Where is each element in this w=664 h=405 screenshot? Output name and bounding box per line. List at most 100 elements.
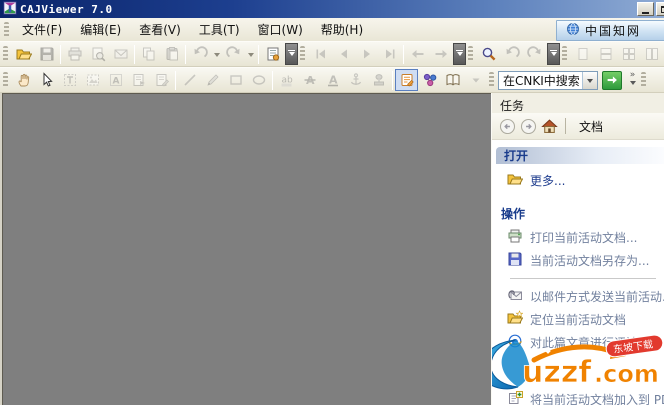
- redo-button-dropdown[interactable]: [245, 43, 256, 65]
- knowledge-node-button[interactable]: [418, 69, 441, 91]
- cnki-search-input[interactable]: 在CNKI中搜索: [498, 71, 598, 90]
- highlight-text-button[interactable]: ab: [275, 69, 298, 91]
- menu-item-2[interactable]: 编辑(E): [71, 18, 130, 41]
- note-edit-icon: [154, 72, 170, 88]
- properties-icon: [265, 46, 281, 62]
- search-dropdown-arrow[interactable]: [582, 72, 597, 89]
- email-button[interactable]: [109, 43, 132, 65]
- annotation-panel-toggle[interactable]: [395, 69, 418, 91]
- panel-forward-button[interactable]: [519, 117, 537, 135]
- panel-back-button[interactable]: [498, 117, 516, 135]
- menu-item-3[interactable]: 查看(V): [130, 18, 190, 41]
- view-back-button[interactable]: [406, 43, 429, 65]
- panel-home-button[interactable]: [540, 117, 558, 135]
- menu-item-4[interactable]: 工具(T): [190, 18, 249, 41]
- toolbar-overflow-button[interactable]: [547, 43, 560, 65]
- note-edit-button[interactable]: [150, 69, 173, 91]
- cursor-icon: [39, 72, 55, 88]
- document-area[interactable]: [2, 93, 491, 405]
- last-page-button[interactable]: [378, 43, 401, 65]
- toolbar-separator: [134, 45, 135, 64]
- save-button[interactable]: [35, 43, 58, 65]
- tools-dropdown[interactable]: [464, 69, 487, 91]
- select-text-button[interactable]: [58, 69, 81, 91]
- first-page-button[interactable]: [309, 43, 332, 65]
- panel-item-label: 以邮件方式发送当前活动...: [530, 288, 664, 305]
- ocr-button[interactable]: A: [104, 69, 127, 91]
- toolbar-overflow-button[interactable]: [285, 43, 298, 65]
- panel-item-label: 当前活动文档另存为...: [530, 252, 649, 269]
- panel-tab-document[interactable]: 文档: [573, 118, 603, 135]
- menu-item-5[interactable]: 窗口(W): [249, 18, 312, 41]
- panel-divider: [510, 278, 656, 279]
- toolbar-grip[interactable]: [562, 46, 567, 62]
- select-tool-button[interactable]: [35, 69, 58, 91]
- toolbar-grip[interactable]: [489, 72, 494, 88]
- rotate-left-button[interactable]: [500, 43, 523, 65]
- pencil-tool-icon: [205, 72, 221, 88]
- save-as-active-doc-link[interactable]: 当前活动文档另存为...: [496, 249, 664, 272]
- underline-a-icon: A: [325, 72, 341, 88]
- print-active-doc-link[interactable]: 打印当前活动文档...: [496, 226, 664, 249]
- toolbar-grip[interactable]: [468, 46, 473, 62]
- menu-item-6[interactable]: 帮助(H): [312, 18, 372, 41]
- highlight-ab-icon: ab: [279, 72, 295, 88]
- prev-page-button[interactable]: [332, 43, 355, 65]
- open-more-link[interactable]: 更多...: [496, 169, 664, 192]
- toolbar-overflow-button[interactable]: [453, 43, 466, 65]
- underline-text-button[interactable]: A: [321, 69, 344, 91]
- ellipse-tool-icon: [251, 72, 267, 88]
- line-tool-icon: [182, 72, 198, 88]
- continuous-page-button[interactable]: [594, 43, 617, 65]
- toolbar-separator: [392, 71, 393, 90]
- rectangle-tool-button[interactable]: [224, 69, 247, 91]
- locate-active-doc-link[interactable]: 定位当前活动文档: [496, 308, 664, 331]
- properties-button[interactable]: [261, 43, 284, 65]
- search-toolbar-chevron[interactable]: »: [626, 69, 639, 91]
- maximize-button[interactable]: [656, 2, 664, 16]
- ellipse-tool-button[interactable]: [247, 69, 270, 91]
- stamp-tool-button[interactable]: [367, 69, 390, 91]
- toolbar-separator: [185, 45, 186, 64]
- toolbar-grip[interactable]: [300, 46, 305, 62]
- app-window: CAJViewer 7.0 文件(F)编辑(E)查看(V)工具(T)窗口(W)帮…: [0, 0, 664, 405]
- cnki-button[interactable]: 中国知网: [556, 20, 664, 41]
- view-forward-button[interactable]: [429, 43, 452, 65]
- note-jump-button[interactable]: [127, 69, 150, 91]
- zoom-select-button[interactable]: [477, 43, 500, 65]
- open-button[interactable]: [12, 43, 35, 65]
- toolbar-grip[interactable]: [641, 72, 646, 88]
- printer-icon: [67, 46, 83, 62]
- select-image-button[interactable]: [81, 69, 104, 91]
- paste-button[interactable]: [160, 43, 183, 65]
- line-tool-button[interactable]: [178, 69, 201, 91]
- text-select-icon: [62, 72, 78, 88]
- pencil-tool-button[interactable]: [201, 69, 224, 91]
- menubar-grip[interactable]: [4, 22, 9, 38]
- toolbar-separator: [175, 71, 176, 90]
- task-panel-title: 任务: [492, 93, 664, 113]
- next-page-button[interactable]: [355, 43, 378, 65]
- facing-pages-button[interactable]: [617, 43, 640, 65]
- undo-button-dropdown[interactable]: [211, 43, 222, 65]
- redo-button[interactable]: [222, 43, 245, 65]
- redo-icon: [527, 46, 543, 62]
- rotate-right-button[interactable]: [523, 43, 546, 65]
- single-page-button[interactable]: [571, 43, 594, 65]
- print-button[interactable]: [63, 43, 86, 65]
- menu-item-1[interactable]: 文件(F): [13, 18, 71, 41]
- search-go-button[interactable]: [602, 71, 622, 90]
- continuous-facing-button[interactable]: [640, 43, 663, 65]
- print-preview-button[interactable]: [86, 43, 109, 65]
- toolbar-grip[interactable]: [3, 72, 8, 88]
- rect-tool-icon: [228, 72, 244, 88]
- undo-button[interactable]: [188, 43, 211, 65]
- strikeout-text-button[interactable]: A: [298, 69, 321, 91]
- hand-tool-button[interactable]: [12, 69, 35, 91]
- toolbar-grip[interactable]: [3, 46, 8, 62]
- anchor-note-button[interactable]: [344, 69, 367, 91]
- minimize-button[interactable]: [637, 2, 654, 16]
- email-active-doc-link[interactable]: 以邮件方式发送当前活动...: [496, 285, 664, 308]
- book-reader-button[interactable]: [441, 69, 464, 91]
- copy-button[interactable]: [137, 43, 160, 65]
